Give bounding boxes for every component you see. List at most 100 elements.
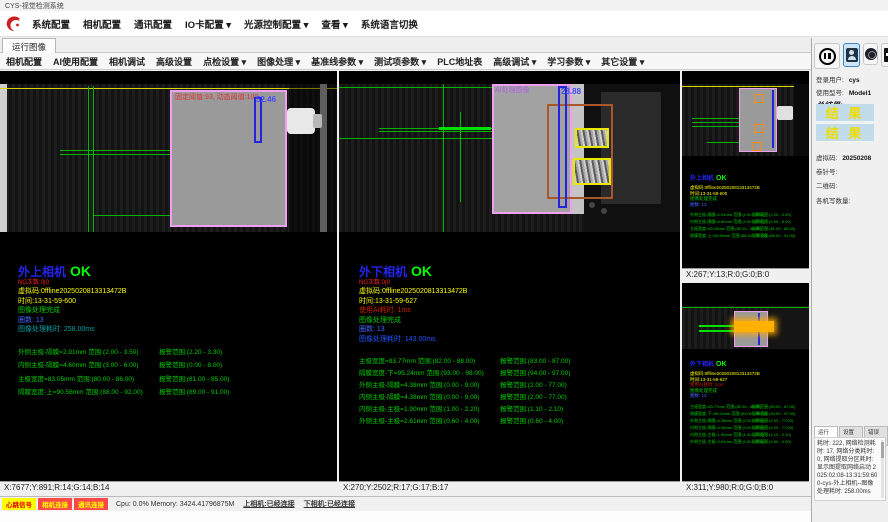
measurement-text: 外侧主极-隔膜=2.91mm 范围:(2.00 - 3.50) (18, 349, 138, 356)
model-value[interactable]: Model1 (849, 90, 871, 97)
exit-button[interactable] (881, 43, 888, 67)
measurement-row: 主极宽度=83.77mm 范围:(82.00 - 88.00)报警范围:(83.… (359, 355, 674, 367)
measurement-list: 主极宽度=83.77mm 范围:(82.00 - 88.00)报警范围:(83.… (690, 404, 805, 446)
cursor-status-bar: X:7677;Y:891;R:14;G:14;B:14 (0, 481, 337, 494)
menu-item[interactable]: 相机调试 (109, 57, 145, 67)
measurement-list: 外侧主极-隔膜=2.91mm 范围:(2.00 - 3.50)报警范围:(2.2… (690, 212, 805, 240)
green-thick-segment (439, 127, 491, 130)
model-label: 使用型号: (816, 90, 844, 97)
menu-item[interactable]: 点检设置 ▾ (203, 57, 246, 67)
result-box-1: 结 果 (816, 104, 874, 121)
alarm-range-text: 报警范围:(1.10 - 2.10) (752, 432, 791, 438)
green-vertical-line (460, 112, 461, 202)
baseline-yellow-line (0, 88, 337, 89)
status-badge: 通讯连接 (74, 498, 108, 510)
process-done: 图像处理完成 (18, 306, 330, 316)
measurement-row: 主极宽度=83.05mm 范围:(80.00 - 86.00)报警范围:(81.… (690, 226, 805, 233)
menu-item[interactable]: 相机配置 (6, 57, 42, 67)
measurement-text: 主极宽度=83.05mm 范围:(80.00 - 86.00) (18, 376, 134, 383)
mini-panel-lower: 外下相机OK 虚拟码:0ffline2025020813313472B 时间:1… (682, 283, 809, 494)
mini-result-text-block: 外下相机OK 虚拟码:0ffline2025020813313472B 时间:1… (690, 353, 805, 446)
menu-item[interactable]: 系统语言切换 (361, 20, 418, 31)
menu-item[interactable]: 查看 ▾ (321, 20, 347, 31)
sidebar-buttons (814, 43, 888, 69)
measurement-row: 外侧主极-主极=2.61mm 范围:(0.60 - 4.00)报警范围:(0.6… (359, 415, 674, 427)
menu-item[interactable]: 相机配置 (83, 20, 121, 31)
green-horizontal-line (692, 122, 739, 123)
connector-tip (313, 114, 322, 128)
orange-marker-box (754, 94, 764, 103)
login-user-value: cys (849, 77, 860, 84)
menu-item[interactable]: 基准线参数 ▾ (311, 57, 363, 67)
measure-value-overlay: 23.88 (561, 87, 581, 96)
baseline-yellow-line (682, 86, 809, 87)
green-horizontal-line (60, 154, 170, 155)
ai-elapsed: 使用AI耗时: 1ms (359, 306, 674, 316)
menu-item[interactable]: AI使用配置 (53, 57, 98, 67)
green-horizontal-line (707, 142, 739, 143)
menu-item[interactable]: 学习参数 ▾ (547, 57, 590, 67)
alarm-range-text: 报警范围:(83.00 - 87.00) (752, 404, 795, 410)
camera-title: 外下相机 (359, 265, 407, 279)
pause-button[interactable] (814, 43, 840, 69)
alarm-range-text: 报警范围:(2.00 - 77.00) (752, 418, 793, 424)
camera-lens-button[interactable] (863, 43, 878, 65)
log-text: 耗时: 222, 网络检测耗时: 17, 网络分类耗时: 0, 网络提取分区耗时… (817, 441, 877, 495)
ai-overlay-label: AI处理图像 (495, 85, 530, 95)
menu-item[interactable]: 测试项参数 ▾ (374, 57, 426, 67)
ng-count: NG次数:0|0 (359, 280, 674, 287)
alarm-range-text: 报警范围:(81.00 - 85.00) (159, 373, 229, 383)
process-elapsed: 图像处理耗时: 143.00ms (359, 335, 674, 345)
connector-part (777, 106, 793, 120)
process-done: 图像处理完成 (359, 316, 674, 326)
app-logo-icon (4, 14, 24, 34)
camera-panel-lower-outer: AI处理图像 23.88 外下相机OK NG次数:0|0 虚拟码:0ffline… (339, 71, 680, 494)
menu-items: 系统配置 相机配置 通讯配置 IO卡配置 ▾ 光源控制配置 ▾ 查看 ▾ 系统语言切换 (32, 15, 431, 33)
menu-item[interactable]: 高级设置 (156, 57, 192, 67)
menu-item[interactable]: IO卡配置 ▾ (185, 20, 231, 31)
menu-item[interactable]: 光源控制配置 ▾ (244, 20, 308, 31)
alarm-range-text: 报警范围:(1.10 - 2.10) (500, 403, 563, 413)
turn-count: 圈数: 13 (359, 325, 674, 335)
menu-item[interactable]: 高级调试 ▾ (493, 57, 536, 67)
mini-camera-image-upper[interactable] (682, 84, 809, 156)
alarm-range-text: 报警范围:(2.20 - 3.30) (752, 212, 791, 218)
menu-item[interactable]: 通讯配置 (134, 20, 172, 31)
virtual-code: 虚拟码:0ffline2025020813313472B (359, 287, 674, 297)
measurement-row: 主极宽度=83.05mm 范围:(80.00 - 86.00) 报警范围:(81.… (18, 373, 330, 387)
result-ok: OK (70, 263, 91, 279)
model-row: 使用型号: Model1 (816, 87, 871, 97)
log-scrollbar-thumb[interactable] (881, 442, 884, 458)
blue-measure-line (772, 90, 774, 148)
defect-highlight-box (573, 158, 611, 185)
measurement-text: 内侧主极-隔膜=4.60mm 范围:(3.00 - 6.00) (18, 362, 138, 369)
green-vertical-line (443, 84, 444, 232)
camera-image-upper[interactable]: 固定阈值:93, 动态阈值:100 52.46 (0, 84, 337, 232)
virtual-code-row: 虚拟码:20250208 (816, 152, 871, 162)
alarm-range-text: 报警范围:(2.00 - 77.00) (500, 391, 567, 401)
measurement-row: 内侧主极-隔膜=4.60mm 范围:(3.00 - 6.00)报警范围:(0.0… (690, 219, 805, 226)
menu-item[interactable]: PLC地址表 (437, 57, 482, 67)
menu-item[interactable]: 系统配置 (32, 20, 70, 31)
measurement-list: 外侧主极-隔膜=2.91mm 范围:(2.00 - 3.50) 报警范围:(2.2… (18, 346, 330, 400)
log-scrollbar[interactable] (881, 440, 884, 498)
cursor-status-bar: X:311;Y:980;R:0;G:0;B:0 (682, 481, 809, 494)
user-login-button[interactable] (843, 43, 860, 67)
right-sidebar: 登录用户:cys 使用型号:Model1 总结果: 结 果 结 果 虚拟码:20… (811, 38, 888, 522)
menu-item[interactable]: 其它设置 ▾ (601, 57, 644, 67)
measurement-row: 内侧主极-隔膜=4.38mm 范围:(0.00 - 9.00) 报警范围:(2.0… (359, 391, 674, 403)
menu-item[interactable]: 图像处理 ▾ (257, 57, 300, 67)
measurement-row: 隔膜宽度-下=95.24mm 范围:(93.00 - 98.00)报警范围:(9… (359, 367, 674, 379)
alarm-range-text: 报警范围:(2.20 - 3.30) (159, 346, 222, 356)
window-title: CYS-视觉检测系统 (5, 3, 64, 10)
mini-camera-image-lower[interactable] (682, 297, 809, 349)
measurement-row: 内侧主极-隔膜=4.60mm 范围:(3.00 - 6.00)报警范围:(0.0… (18, 359, 330, 373)
measurement-text: 内侧主极-隔膜=4.38mm 范围:(0.00 - 9.00) (359, 394, 479, 401)
measurement-text: 内侧主极-主极=1.90mm 范围:(1.00 - 2.20) (359, 406, 479, 413)
camera-image-lower[interactable]: AI处理图像 23.88 (339, 84, 680, 232)
gray-band (320, 84, 327, 232)
result-text-block: 外下相机OK NG次数:0|0 虚拟码:0ffline2025020813313… (359, 263, 674, 427)
user-icon (846, 48, 858, 62)
log-area[interactable]: 耗时: 222, 网络检测耗时: 17, 网络分类耗时: 0, 网络提取分区耗时… (814, 437, 886, 501)
write-count-label: 各机写数量: (816, 195, 850, 205)
